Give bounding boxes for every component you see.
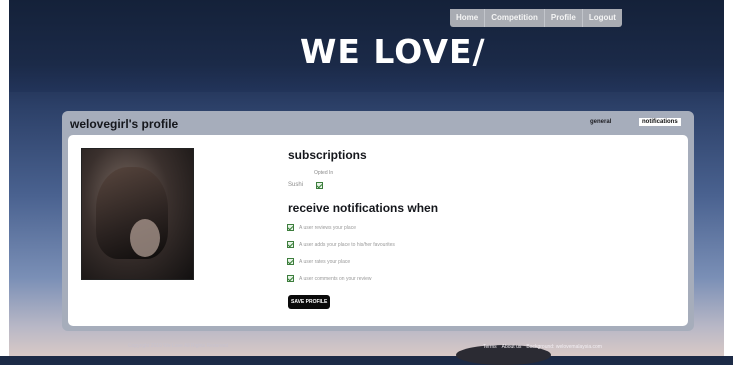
top-nav: Home Competition Profile Logout (450, 9, 622, 27)
profile-panel: welovegirl's profile general notificatio… (62, 111, 694, 331)
tab-general[interactable]: general (590, 119, 611, 125)
notification-checkbox[interactable] (287, 241, 294, 248)
nav-logout-link[interactable]: Logout (583, 9, 622, 27)
subscription-checkbox[interactable] (316, 182, 323, 189)
footer-link-background[interactable]: Background: welovemalaysia.com (526, 344, 602, 350)
notification-option: A user reviews your place (287, 224, 356, 231)
avatar-face-shape (130, 219, 160, 257)
notification-option: A user adds your place to his/her favour… (287, 241, 395, 248)
footer-copyright: Copyright 2010 We Love All Rights Reserv… (128, 343, 228, 349)
notification-option-label: A user comments on your review (299, 275, 372, 282)
notification-option-label: A user rates your place (299, 258, 351, 265)
nav-home-link[interactable]: Home (450, 9, 486, 27)
profile-body: subscriptions Opted In Sushi receive not… (68, 135, 688, 326)
notification-option-label: A user reviews your place (299, 224, 356, 231)
save-profile-button[interactable]: SAVE PROFILE (288, 295, 331, 309)
notification-checkbox[interactable] (287, 258, 294, 265)
page-frame-right (724, 0, 733, 356)
nav-competition-link[interactable]: Competition (485, 9, 545, 27)
opted-in-column-label: Opted In (314, 170, 334, 176)
footer-link-terms[interactable]: Terms (483, 344, 497, 350)
notification-checkbox[interactable] (287, 224, 294, 231)
nav-profile-link[interactable]: Profile (545, 9, 583, 27)
avatar (81, 148, 194, 280)
subscriptions-heading: subscriptions (288, 148, 367, 162)
notification-option: A user comments on your review (287, 275, 372, 282)
footer-link-about[interactable]: About us (502, 344, 522, 350)
tab-notifications[interactable]: notifications (639, 118, 681, 126)
notifications-heading: receive notifications when (288, 201, 439, 215)
subscription-label: Sushi (288, 182, 304, 188)
footer-links: Terms About us Background: welovemalaysi… (483, 344, 602, 350)
site-logo[interactable]: WE LOVE/ (300, 32, 486, 71)
profile-title: welovegirl's profile (70, 117, 179, 131)
notification-checkbox[interactable] (287, 275, 294, 282)
notification-option: A user rates your place (287, 258, 350, 265)
page-frame-left (0, 0, 9, 356)
notification-option-label: A user adds your place to his/her favour… (299, 241, 395, 248)
